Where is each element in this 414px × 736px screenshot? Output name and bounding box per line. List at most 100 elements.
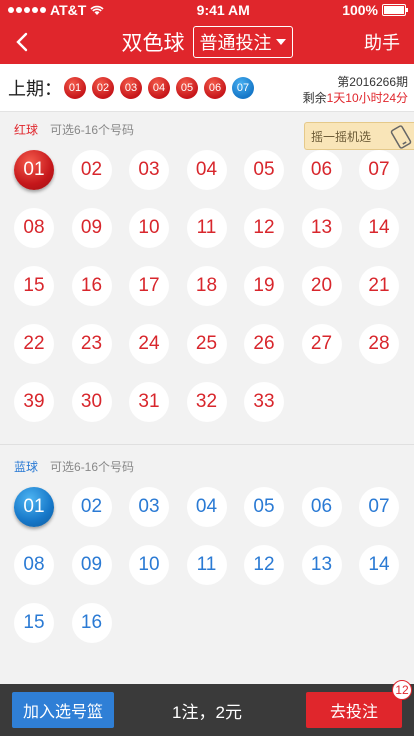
wifi-icon — [90, 5, 104, 15]
blue-section-tag: 蓝球 — [14, 459, 39, 474]
battery-percent: 100% — [342, 2, 378, 18]
red-section-hint: 可选6-16个号码 — [50, 122, 135, 137]
blue-ball-grid: 01 02 03 04 05 06 07 08 09 10 11 12 13 14 15 16 — [0, 487, 414, 643]
red-ball-16[interactable]: 16 — [71, 266, 112, 306]
red-ball-13[interactable]: 13 — [301, 208, 342, 248]
blue-ball-11[interactable]: 11 — [186, 545, 227, 585]
red-ball-section: 红球 可选6-16个号码 摇一摇机选 01 02 03 04 05 06 07 08 09 10 1… — [0, 112, 414, 444]
blue-ball-10[interactable]: 10 — [129, 545, 169, 585]
red-ball-14[interactable]: 14 — [359, 208, 399, 248]
red-ball-05[interactable]: 05 — [244, 150, 284, 190]
signal-icon — [8, 7, 46, 13]
red-ball-04[interactable]: 04 — [186, 150, 227, 190]
bet-summary: 1注，2元 — [172, 702, 242, 722]
chevron-left-icon — [16, 32, 28, 52]
countdown-time: 1天10小时24分 — [326, 91, 408, 105]
red-ball-39[interactable]: 39 — [14, 382, 54, 422]
issue-number: 第2016266期 — [337, 75, 408, 89]
blue-ball-16[interactable]: 16 — [71, 603, 112, 643]
red-ball-23[interactable]: 23 — [71, 324, 112, 364]
blue-section-header: 蓝球 可选6-16个号码 — [0, 445, 414, 487]
red-ball-26[interactable]: 26 — [244, 324, 284, 364]
blue-ball-14[interactable]: 14 — [359, 545, 399, 585]
red-ball-19[interactable]: 19 — [244, 266, 284, 306]
shake-label: 摇一摇机选 — [311, 129, 372, 144]
red-ball-07[interactable]: 07 — [359, 150, 399, 190]
blue-ball-15[interactable]: 15 — [14, 603, 54, 643]
red-ball-08[interactable]: 08 — [14, 208, 54, 248]
blue-ball-04[interactable]: 04 — [186, 487, 227, 527]
red-ball-25[interactable]: 25 — [186, 324, 227, 364]
bottom-bar: 加入选号篮 1注，2元 去投注 12 — [0, 680, 414, 736]
status-bar: AT&T 9:41 AM 100% — [0, 0, 414, 20]
red-ball-18[interactable]: 18 — [186, 266, 227, 306]
red-ball-31[interactable]: 31 — [129, 382, 169, 422]
caret-down-icon — [275, 39, 286, 45]
bet-mode-label: 普通投注 — [199, 33, 272, 53]
carrier-label: AT&T — [50, 2, 87, 18]
submit-label: 去投注 — [329, 704, 378, 721]
last-red-ball: 05 — [176, 76, 198, 99]
red-ball-11[interactable]: 11 — [186, 208, 227, 248]
red-section-tag: 红球 — [14, 122, 39, 137]
blue-ball-01[interactable]: 01 — [14, 487, 54, 527]
red-ball-22[interactable]: 22 — [14, 324, 54, 364]
red-ball-01[interactable]: 01 — [14, 150, 54, 190]
red-ball-03[interactable]: 03 — [129, 150, 169, 190]
last-red-ball: 06 — [204, 76, 226, 99]
red-ball-27[interactable]: 27 — [301, 324, 342, 364]
blue-ball-13[interactable]: 13 — [301, 545, 342, 585]
red-ball-28[interactable]: 28 — [359, 324, 399, 364]
bet-mode-dropdown[interactable]: 普通投注 — [192, 26, 293, 58]
countdown-prefix: 剩余 — [302, 91, 327, 105]
red-ball-21[interactable]: 21 — [359, 266, 399, 306]
red-ball-30[interactable]: 30 — [71, 382, 112, 422]
last-red-ball: 02 — [92, 76, 114, 99]
red-ball-24[interactable]: 24 — [129, 324, 169, 364]
blue-section-hint: 可选6-16个号码 — [50, 459, 135, 474]
basket-count-badge: 12 — [392, 680, 412, 700]
blue-ball-03[interactable]: 03 — [129, 487, 169, 527]
blue-ball-08[interactable]: 08 — [14, 545, 54, 585]
last-red-ball: 04 — [148, 76, 170, 99]
last-draw-balls: 01 02 03 04 05 06 07 — [64, 76, 254, 99]
red-ball-10[interactable]: 10 — [129, 208, 169, 248]
blue-ball-02[interactable]: 02 — [71, 487, 112, 527]
red-ball-grid: 01 02 03 04 05 06 07 08 09 10 11 12 13 14 15 16 17 18 19 20… — [0, 146, 414, 422]
blue-ball-05[interactable]: 05 — [244, 487, 284, 527]
status-right: 100% — [342, 2, 408, 18]
last-blue-ball: 07 — [232, 76, 254, 99]
title-group: 双色球 普通投注 — [122, 26, 293, 58]
red-ball-06[interactable]: 06 — [301, 150, 342, 190]
status-time: 9:41 AM — [196, 2, 250, 18]
blue-ball-09[interactable]: 09 — [71, 545, 112, 585]
blue-ball-07[interactable]: 07 — [359, 487, 399, 527]
red-ball-17[interactable]: 17 — [129, 266, 169, 306]
last-draw-label: 上期： — [8, 78, 62, 99]
back-button[interactable] — [8, 28, 36, 56]
red-ball-15[interactable]: 15 — [14, 266, 54, 306]
red-ball-12[interactable]: 12 — [244, 208, 284, 248]
last-red-ball: 01 — [64, 76, 86, 99]
blue-ball-06[interactable]: 06 — [301, 487, 342, 527]
last-red-ball: 03 — [120, 76, 142, 99]
last-draw-bar: 上期： 01 02 03 04 05 06 07 第2016266期 剩余1天1… — [0, 64, 414, 112]
blue-ball-12[interactable]: 12 — [244, 545, 284, 585]
red-ball-33[interactable]: 33 — [244, 382, 284, 422]
status-left: AT&T — [8, 2, 104, 18]
helper-button[interactable]: 助手 — [364, 29, 400, 55]
red-ball-02[interactable]: 02 — [71, 150, 112, 190]
countdown: 剩余1天10小时24分 — [303, 90, 408, 106]
submit-bet-button[interactable]: 去投注 — [306, 692, 402, 728]
red-ball-09[interactable]: 09 — [71, 208, 112, 248]
battery-icon — [382, 4, 408, 16]
add-to-basket-button[interactable]: 加入选号篮 — [12, 692, 114, 728]
red-ball-32[interactable]: 32 — [186, 382, 227, 422]
nav-bar: 双色球 普通投注 助手 — [0, 20, 414, 64]
page-title: 双色球 — [121, 32, 185, 55]
draw-info: 第2016266期 剩余1天10小时24分 — [303, 74, 408, 106]
shake-random-button[interactable]: 摇一摇机选 — [304, 122, 414, 150]
shake-phone-icon — [390, 125, 412, 149]
blue-ball-section: 蓝球 可选6-16个号码 01 02 03 04 05 06 07 08 09 10 11 12 13 1… — [0, 445, 414, 643]
red-ball-20[interactable]: 20 — [301, 266, 342, 306]
